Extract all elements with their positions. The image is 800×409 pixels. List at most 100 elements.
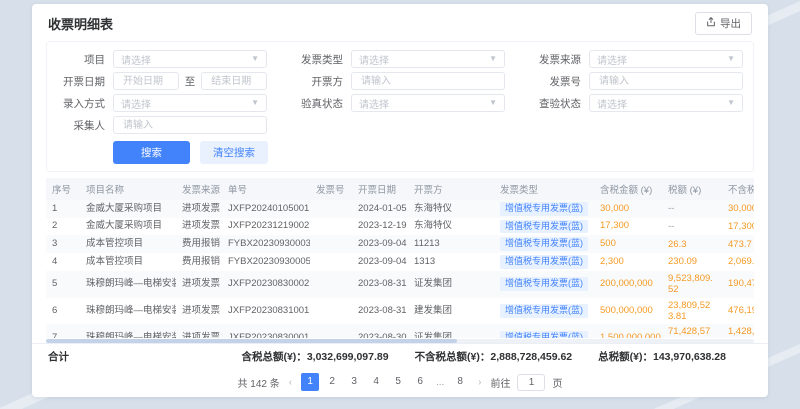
row-index: 7 (46, 324, 80, 338)
goto-page-input[interactable] (517, 374, 545, 391)
row-index: 5 (46, 271, 80, 298)
invoice-type-badge: 增值税专用发票(蓝) (500, 277, 588, 291)
invoice-date-label: 开票日期 (51, 74, 105, 89)
page-button-3[interactable]: 3 (345, 373, 363, 391)
pagination: 共 142 条 ‹ 123456...8 › 前往 页 (32, 369, 768, 397)
next-page-button[interactable]: › (476, 377, 483, 388)
amount-with-tax: 200,000,000 (594, 271, 662, 298)
issuer: 东海特仪 (408, 218, 494, 236)
order-number: JXFP20230830002 (222, 271, 310, 298)
invoice-type: 增值税专用发票(蓝) (494, 253, 594, 271)
invoice-type: 增值税专用发票(蓝) (494, 324, 594, 338)
page-button-6[interactable]: 6 (411, 373, 429, 391)
issuer: 11213 (408, 235, 494, 253)
table-row[interactable]: 1金威大厦采购项目进项发票JXFP202401050012024-01-05东海… (46, 200, 754, 218)
table-row[interactable]: 6珠穆朗玛峰—电梯安装进项发票JXFP202308310012023-08-31… (46, 298, 754, 325)
horizontal-scrollbar[interactable] (46, 339, 754, 343)
amount-without-tax: 473.7 (722, 235, 754, 253)
export-button[interactable]: 导出 (695, 12, 752, 35)
page-button-8[interactable]: 8 (451, 373, 469, 391)
clear-search-button[interactable]: 清空搜索 (200, 141, 268, 164)
invoice-type-badge: 增值税专用发票(蓝) (500, 331, 588, 338)
issuer-field[interactable] (359, 75, 497, 88)
table-row[interactable]: 3成本管控项目费用报销FYBX202309300032023-09-041121… (46, 235, 754, 253)
page-ellipsis: ... (433, 377, 447, 388)
screen: 收票明细表 导出 项目 请选择 ▼ 发票类型 (0, 0, 800, 409)
project-name: 金威大厦采购项目 (80, 218, 176, 236)
collector-field[interactable] (121, 119, 259, 132)
tax-amount: 23,809,523.81 (662, 298, 722, 325)
end-date-input[interactable] (201, 72, 267, 90)
collector-input[interactable] (113, 116, 267, 134)
issuer: 1313 (408, 253, 494, 271)
amount-without-tax: 476,190,476.19 (722, 298, 754, 325)
table-row[interactable]: 5珠穆朗玛峰—电梯安装进项发票JXFP202308300022023-08-31… (46, 271, 754, 298)
invoice-date: 2023-08-31 (352, 298, 408, 325)
issuer: 建发集团 (408, 298, 494, 325)
filter-panel: 项目 请选择 ▼ 发票类型 请选择 ▼ 发票来源 请选 (46, 41, 754, 172)
invoice-type-label: 发票类型 (289, 52, 343, 67)
verify-status-select[interactable]: 请选择 ▼ (351, 94, 505, 112)
collector-label: 采集人 (51, 118, 105, 133)
page-button-5[interactable]: 5 (389, 373, 407, 391)
column-header: 序号 (46, 178, 80, 200)
invoice-date: 2024-01-05 (352, 200, 408, 218)
issuer: 证发集团 (408, 324, 494, 338)
invoice-number (310, 253, 352, 271)
invoice-type-badge: 增值税专用发票(蓝) (500, 220, 588, 234)
invoice-type-badge: 增值税专用发票(蓝) (500, 304, 588, 318)
table-row[interactable]: 4成本管控项目费用报销FYBX202309300052023-09-041313… (46, 253, 754, 271)
invoice-no-input[interactable] (589, 72, 743, 90)
project-name: 成本管控项目 (80, 253, 176, 271)
page-button-2[interactable]: 2 (323, 373, 341, 391)
invoice-source: 进项发票 (176, 298, 222, 325)
tax-amount: -- (662, 218, 722, 236)
tax-amount: -- (662, 200, 722, 218)
invoice-type: 增值税专用发票(蓝) (494, 218, 594, 236)
column-header: 单号 (222, 178, 310, 200)
check-status-select[interactable]: 请选择 ▼ (589, 94, 743, 112)
table-header-row: 序号项目名称发票来源单号发票号开票日期开票方发票类型含税金额 (¥)税额 (¥)… (46, 178, 754, 200)
search-button[interactable]: 搜索 (113, 141, 190, 164)
invoice-source-select[interactable]: 请选择 ▼ (589, 50, 743, 68)
date-range-separator: 至 (185, 74, 196, 89)
summary-row: 合计 含税总额(¥)：3,032,699,097.89 不含税总额(¥)：2,8… (32, 343, 768, 369)
invoice-type-select[interactable]: 请选择 ▼ (351, 50, 505, 68)
issuer: 证发集团 (408, 271, 494, 298)
invoice-no-field[interactable] (597, 75, 735, 88)
start-date-input[interactable] (113, 72, 179, 90)
table-body: 1金威大厦采购项目进项发票JXFP202401050012024-01-05东海… (46, 200, 754, 338)
invoice-type: 增值税专用发票(蓝) (494, 271, 594, 298)
invoice-type-badge: 增值税专用发票(蓝) (500, 255, 588, 269)
column-header: 开票日期 (352, 178, 408, 200)
entry-method-select[interactable]: 请选择 ▼ (113, 94, 267, 112)
prev-page-button[interactable]: ‹ (287, 377, 294, 388)
amount-without-tax: 30,000 (722, 200, 754, 218)
card-header: 收票明细表 导出 (32, 4, 768, 39)
invoice-source: 进项发票 (176, 200, 222, 218)
scrollbar-thumb[interactable] (46, 339, 457, 343)
issuer-input[interactable] (351, 72, 505, 90)
page-button-1[interactable]: 1 (301, 373, 319, 391)
project-name: 金威大厦采购项目 (80, 200, 176, 218)
filter-field-invoice-source: 发票来源 请选择 ▼ (527, 50, 743, 68)
page-button-4[interactable]: 4 (367, 373, 385, 391)
invoice-source: 费用报销 (176, 235, 222, 253)
table-row[interactable]: 2金威大厦采购项目进项发票JXFP202312190022023-12-19东海… (46, 218, 754, 236)
amount-with-tax: 2,300 (594, 253, 662, 271)
invoice-number (310, 200, 352, 218)
start-date-field[interactable] (121, 75, 171, 88)
invoice-date: 2023-12-19 (352, 218, 408, 236)
end-date-field[interactable] (209, 75, 259, 88)
invoice-source: 进项发票 (176, 218, 222, 236)
project-select[interactable]: 请选择 ▼ (113, 50, 267, 68)
invoice-table-wrap: 序号项目名称发票来源单号发票号开票日期开票方发票类型含税金额 (¥)税额 (¥)… (46, 178, 754, 338)
amount-with-tax: 17,300 (594, 218, 662, 236)
page-unit-label: 页 (552, 375, 562, 390)
table-row[interactable]: 7珠穆朗玛峰—电梯安装进项发票JXFP202308300012023-08-30… (46, 324, 754, 338)
filter-field-issuer: 开票方 (289, 72, 505, 90)
invoice-date: 2023-08-31 (352, 271, 408, 298)
project-name: 成本管控项目 (80, 235, 176, 253)
chevron-down-icon: ▼ (489, 55, 497, 63)
project-label: 项目 (51, 52, 105, 67)
